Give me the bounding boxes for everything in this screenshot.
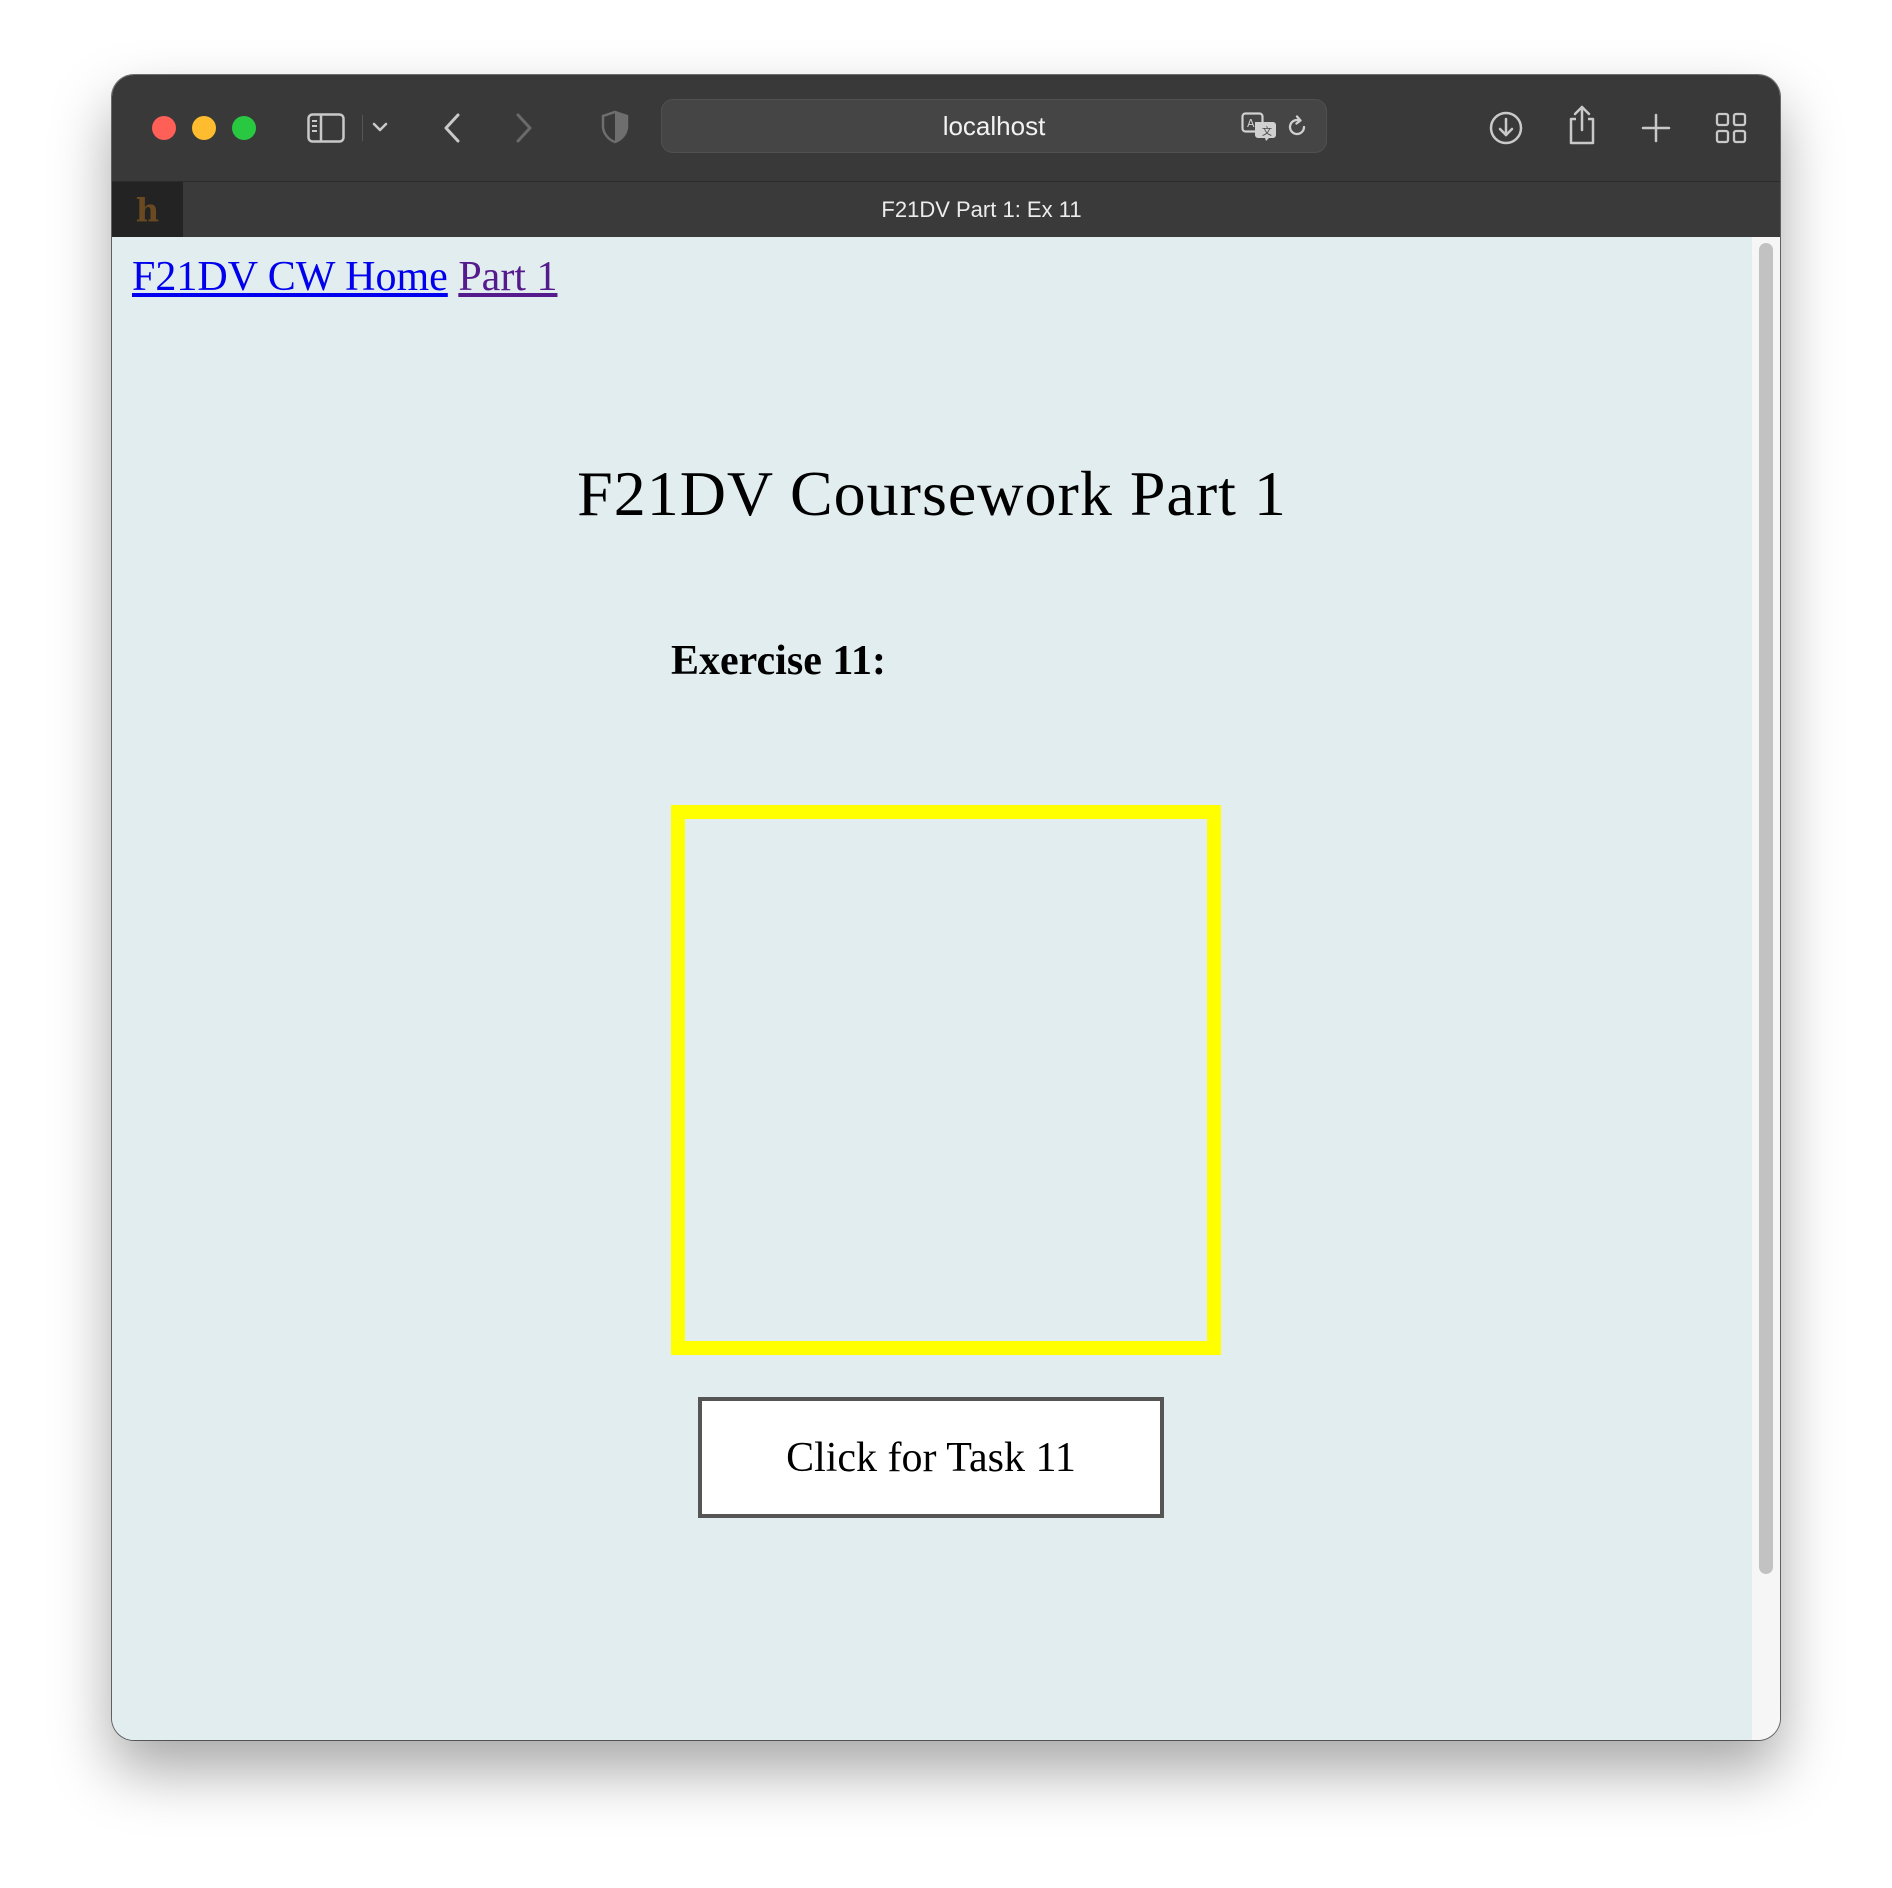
- yellow-square: [671, 805, 1221, 1355]
- page-title: F21DV Coursework Part 1: [577, 458, 1287, 529]
- grid-icon[interactable]: [1711, 108, 1751, 148]
- share-icon[interactable]: [1562, 103, 1602, 147]
- minimize-window-button[interactable]: [192, 116, 216, 140]
- svg-text:文: 文: [1262, 125, 1272, 138]
- chevron-left-icon[interactable]: [432, 108, 472, 148]
- active-tab-title[interactable]: F21DV Part 1: Ex 11: [183, 182, 1780, 237]
- part-1-link[interactable]: Part 1: [458, 254, 557, 300]
- browser-window: localhost A 文 h F21DV Part 1: Ex 11 F21D…: [112, 75, 1780, 1740]
- chevron-down-icon[interactable]: [368, 115, 392, 139]
- browser-toolbar: localhost A 文: [112, 75, 1780, 181]
- pinned-tab[interactable]: h: [112, 182, 183, 238]
- exercise-heading: Exercise 11:: [671, 638, 887, 684]
- toolbar-divider: [362, 115, 363, 141]
- translate-icon[interactable]: A 文: [1240, 110, 1280, 144]
- chevron-right-icon[interactable]: [504, 108, 544, 148]
- zoom-window-button[interactable]: [232, 116, 256, 140]
- favicon: h: [135, 191, 160, 229]
- nav-links: F21DV CW Home Part 1: [132, 253, 557, 301]
- url-text: localhost: [942, 110, 1046, 141]
- svg-text:A: A: [1247, 117, 1255, 130]
- download-icon[interactable]: [1486, 108, 1526, 148]
- home-link[interactable]: F21DV CW Home: [132, 254, 448, 300]
- close-window-button[interactable]: [152, 116, 176, 140]
- plus-icon[interactable]: [1636, 108, 1676, 148]
- scrollbar-thumb[interactable]: [1759, 243, 1773, 1574]
- task-11-button[interactable]: Click for Task 11: [698, 1397, 1164, 1518]
- tab-bar: h F21DV Part 1: Ex 11: [112, 181, 1780, 238]
- shield-icon[interactable]: [595, 107, 635, 147]
- sidebar-icon[interactable]: [306, 108, 346, 148]
- address-bar[interactable]: localhost A 文: [661, 99, 1327, 153]
- reload-icon[interactable]: [1283, 113, 1311, 141]
- page-content: F21DV CW Home Part 1 F21DV Coursework Pa…: [112, 237, 1780, 1740]
- scrollbar[interactable]: [1752, 237, 1780, 1740]
